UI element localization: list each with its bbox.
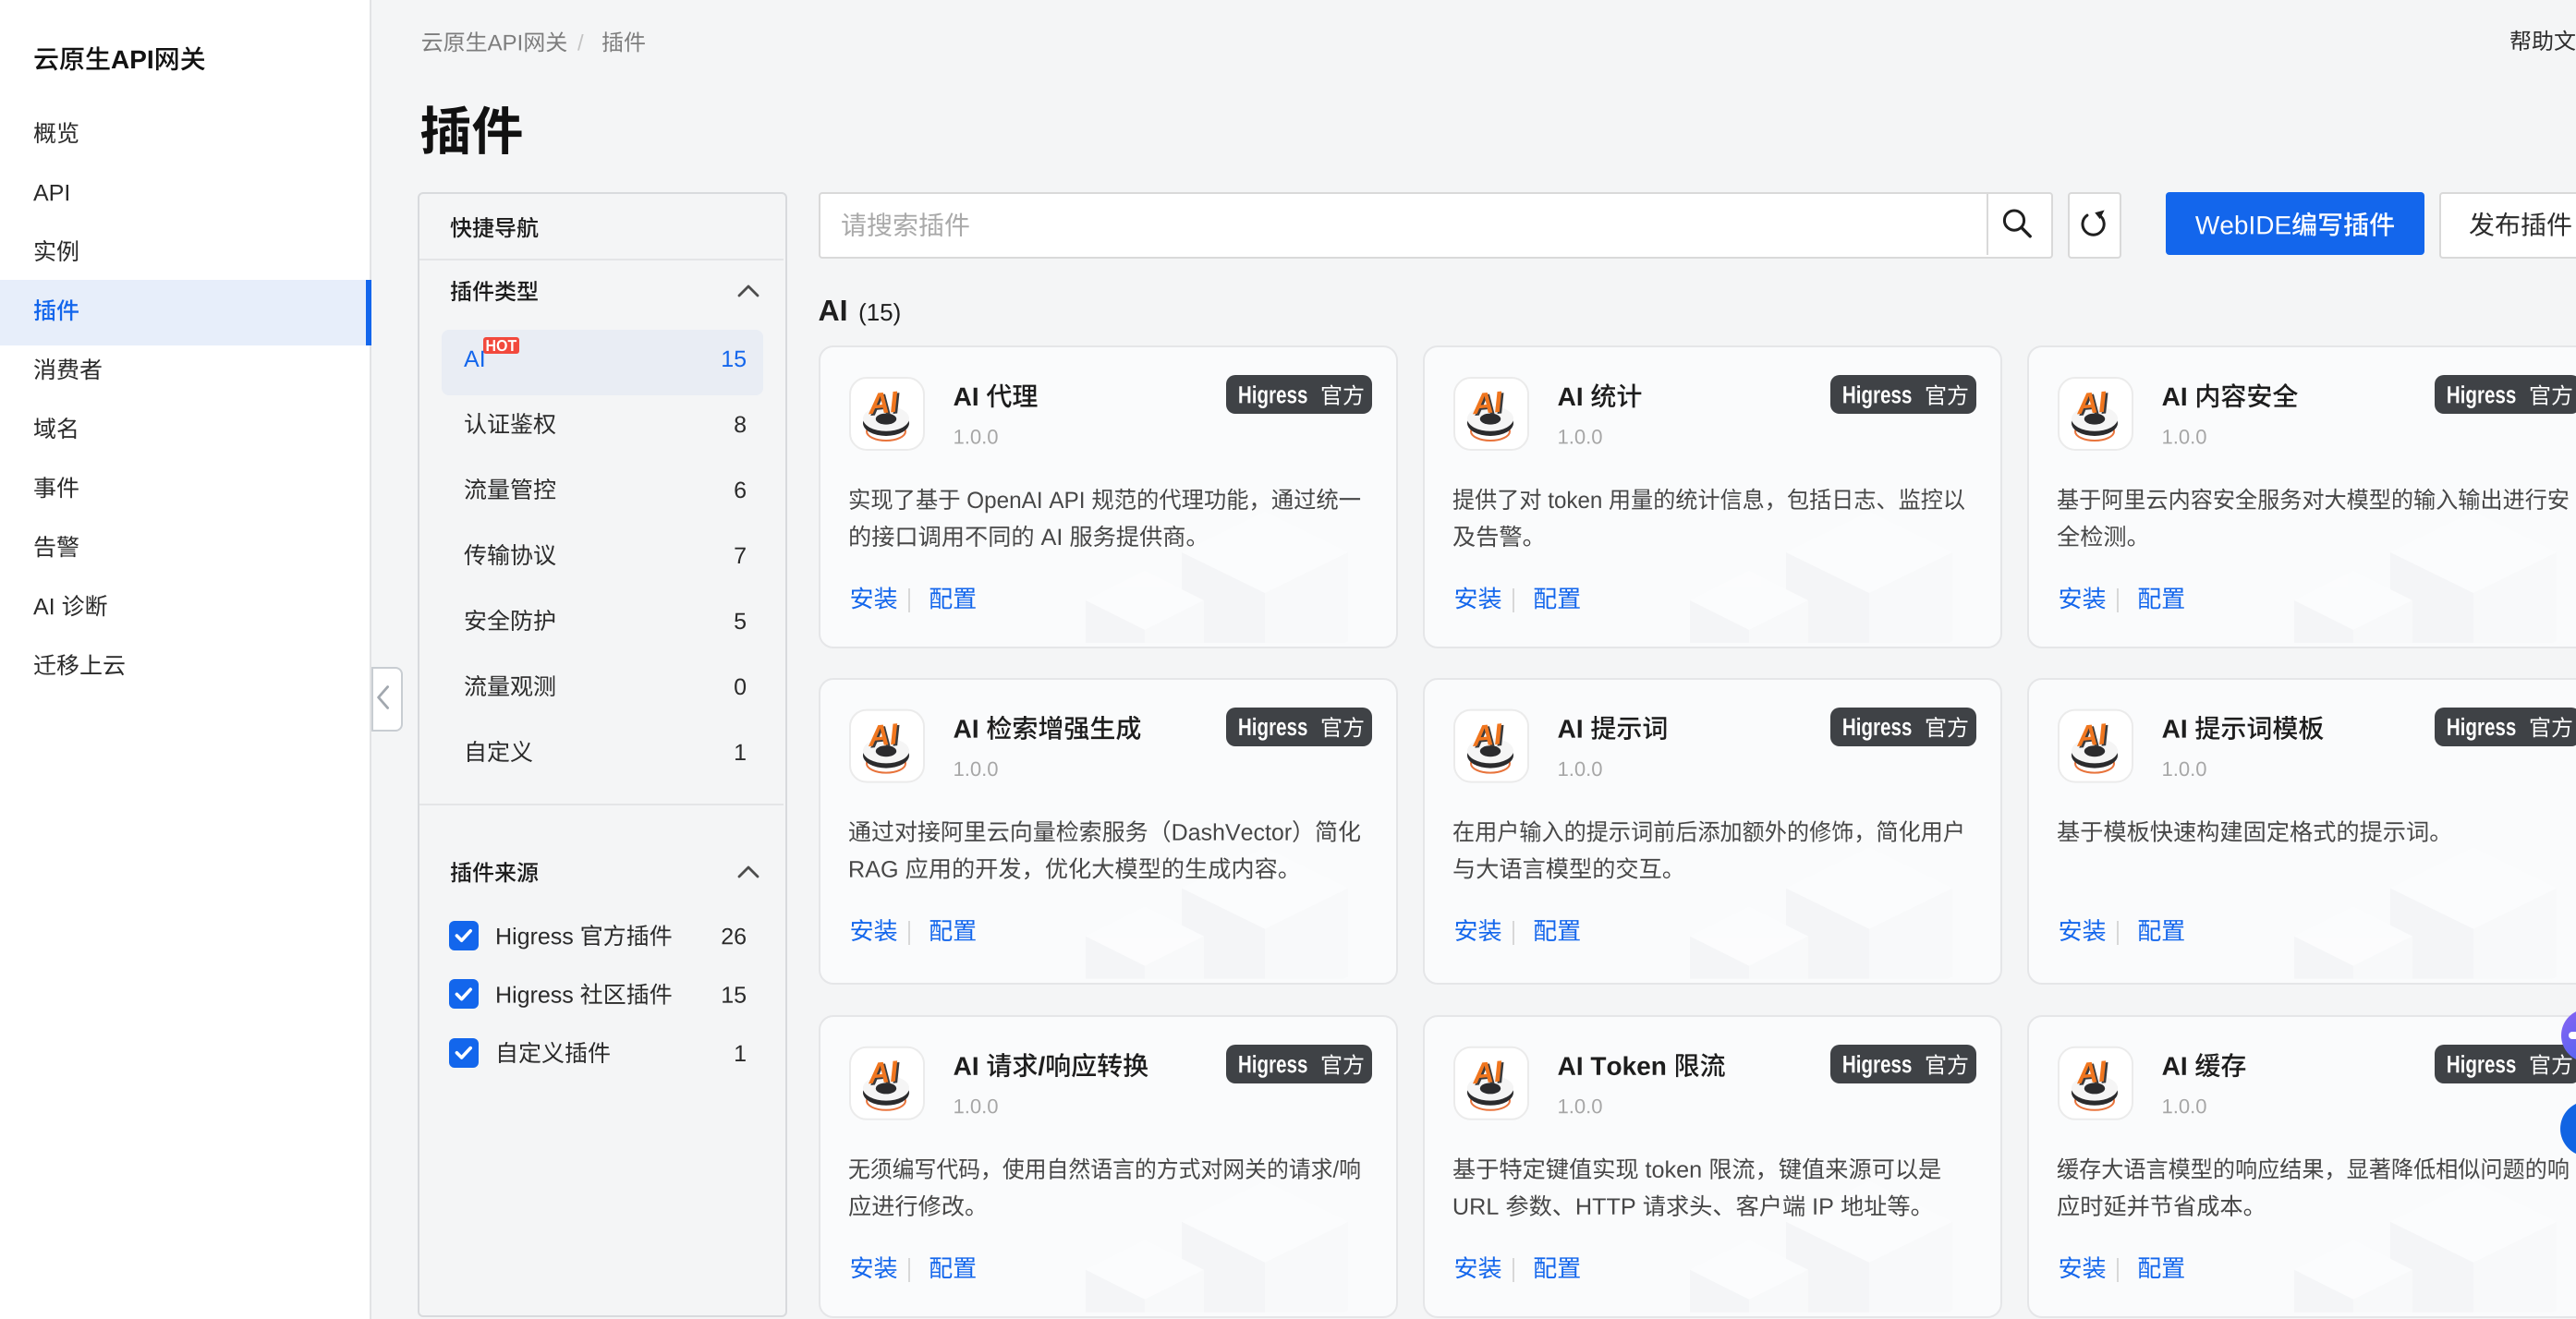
svg-text:AI: AI	[1470, 717, 1504, 753]
svg-text:AI: AI	[2074, 717, 2108, 753]
svg-text:AI: AI	[2074, 385, 2108, 421]
svg-text:AI: AI	[866, 717, 900, 753]
svg-text:AI: AI	[866, 385, 900, 421]
svg-text:AI: AI	[2074, 1054, 2108, 1090]
svg-text:AI: AI	[866, 1054, 900, 1090]
svg-text:AI: AI	[1470, 1054, 1504, 1090]
svg-text:AI: AI	[1470, 385, 1504, 421]
